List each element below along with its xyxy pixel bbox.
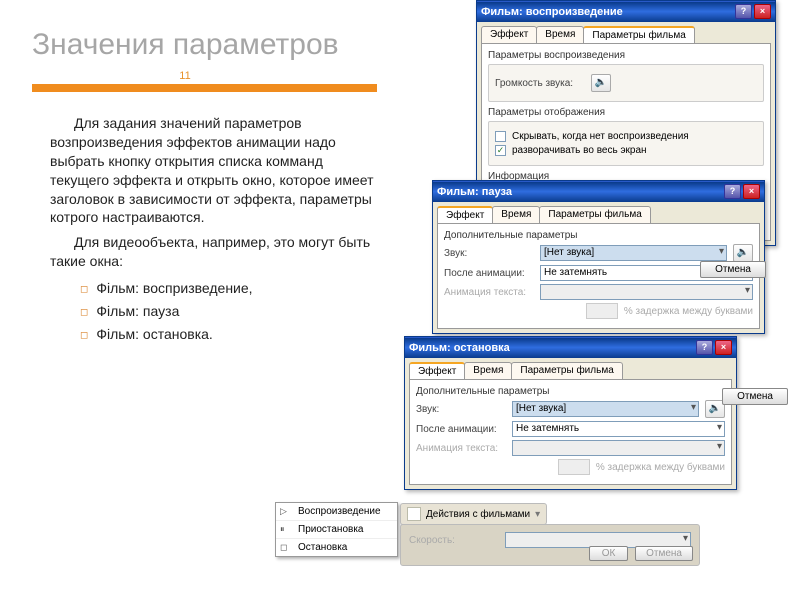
bullet-item: Фільм: воспризведение, [80, 277, 380, 300]
checkbox-hide[interactable] [495, 131, 506, 142]
volume-button[interactable]: 🔈 [591, 74, 611, 92]
after-label: После анимации: [416, 424, 506, 435]
menu-item-stop[interactable]: ◻ Остановка [276, 539, 397, 556]
titlebar[interactable]: Фильм: воспроизведение ? × [477, 1, 775, 22]
tab-effect[interactable]: Эффект [409, 362, 465, 379]
group-title: Параметры отображения [488, 107, 764, 118]
window-title: Фильм: воспроизведение [481, 6, 733, 18]
context-menu: ▷ Воспроизведение ⏸ Приостановка ◻ Остановк… [275, 502, 398, 557]
dialog-pause: Фильм: пауза ? × Эффект Время Параметры … [432, 180, 765, 334]
anim-text-label: Анимация текста: [416, 443, 506, 454]
divider-bar [32, 84, 377, 92]
checkbox-fullscreen[interactable]: ✓ [495, 145, 506, 156]
anim-text-select [540, 284, 753, 300]
anim-text-select [512, 440, 725, 456]
speed-panel: Скорость: ОК Отмена [400, 524, 700, 566]
group-title: Дополнительные параметры [416, 386, 725, 397]
tab-effect[interactable]: Эффект [437, 206, 493, 223]
after-select[interactable]: Не затемнять [512, 421, 725, 437]
cancel-button[interactable]: Отмена [700, 261, 766, 278]
sound-icon-button[interactable]: 🔈 [733, 244, 753, 262]
paragraph-1: Для задания значений параметров возпроиз… [50, 114, 380, 227]
help-button[interactable]: ? [724, 184, 741, 199]
close-button[interactable]: × [743, 184, 760, 199]
delay-label: % задержка между буквами [596, 462, 725, 473]
menu-label: Остановка [298, 542, 347, 553]
speed-label: Скорость: [409, 535, 499, 546]
window-title: Фильм: пауза [437, 186, 722, 198]
group-title: Дополнительные параметры [444, 230, 753, 241]
titlebar[interactable]: Фильм: пауза ? × [433, 181, 764, 202]
delay-spinner [586, 303, 618, 319]
tab-film-params[interactable]: Параметры фильма [539, 206, 650, 223]
menu-item-play[interactable]: ▷ Воспроизведение [276, 503, 397, 521]
cancel-button[interactable]: Отмена [635, 546, 693, 561]
delay-spinner [558, 459, 590, 475]
play-icon: ▷ [280, 506, 287, 517]
help-button[interactable]: ? [696, 340, 713, 355]
checkbox-label: Скрывать, когда нет воспроизведения [512, 131, 689, 142]
sound-select[interactable]: [Нет звука] [540, 245, 727, 261]
tab-effect[interactable]: Эффект [481, 26, 537, 43]
tab-time[interactable]: Время [464, 362, 512, 379]
slide-number: 11 [0, 70, 370, 82]
close-button[interactable]: × [754, 4, 771, 19]
bullet-item: Фільм: пауза [80, 300, 380, 323]
ok-button[interactable]: ОК [589, 546, 629, 561]
tabs: Эффект Время Параметры фильма [477, 22, 775, 43]
tab-time[interactable]: Время [536, 26, 584, 43]
paragraph-2: Для видеообъекта, например, это могут бы… [50, 233, 380, 271]
bullet-item: Фільм: остановка. [80, 323, 380, 346]
mini-toolbar: Действия с фильмами ▾ [400, 503, 547, 525]
tab-film-params[interactable]: Параметры фильма [511, 362, 622, 379]
menu-label: Приостановка [298, 524, 363, 535]
pause-icon: ⏸ [280, 524, 285, 535]
after-label: После анимации: [444, 268, 534, 279]
menu-label: Воспроизведение [298, 506, 381, 517]
group-title: Параметры воспроизведения [488, 50, 764, 61]
dialog-stop: Фильм: остановка ? × Эффект Время Параме… [404, 336, 737, 490]
sound-select[interactable]: [Нет звука] [512, 401, 699, 417]
titlebar[interactable]: Фильм: остановка ? × [405, 337, 736, 358]
tab-time[interactable]: Время [492, 206, 540, 223]
body-text: Для задания значений параметров возпроиз… [50, 114, 380, 346]
volume-label: Громкость звука: [495, 78, 585, 89]
help-button[interactable]: ? [735, 4, 752, 19]
delay-label: % задержка между буквами [624, 306, 753, 317]
cancel-button-side[interactable]: Отмена [722, 388, 788, 405]
menu-item-pause[interactable]: ⏸ Приостановка [276, 521, 397, 539]
toolbar-label: Действия с фильмами [426, 509, 530, 520]
sound-label: Звук: [416, 404, 506, 415]
checkbox-label: разворачивать во весь экран [512, 145, 647, 156]
sound-label: Звук: [444, 248, 534, 259]
film-icon[interactable] [407, 507, 421, 521]
close-button[interactable]: × [715, 340, 732, 355]
stop-icon: ◻ [280, 542, 287, 553]
anim-text-label: Анимация текста: [444, 287, 534, 298]
dropdown-icon[interactable]: ▾ [535, 509, 540, 520]
bullet-list: Фільм: воспризведение, Фільм: пауза Філь… [80, 277, 380, 346]
tab-film-params[interactable]: Параметры фильма [583, 26, 694, 43]
window-title: Фильм: остановка [409, 342, 694, 354]
